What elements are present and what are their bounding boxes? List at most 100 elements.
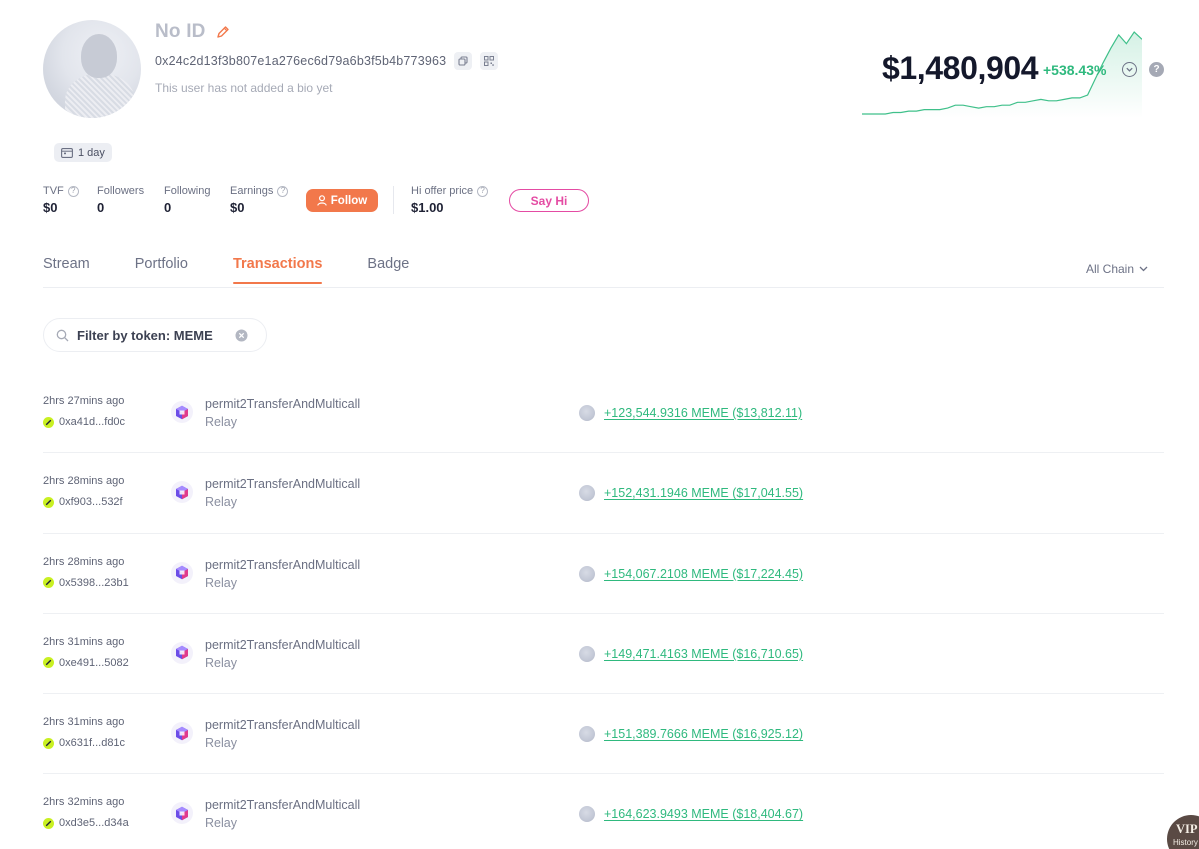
transaction-hash-link[interactable]: 0x631f...d81c (43, 737, 125, 749)
net-worth-value: $1,480,904 (882, 50, 1039, 86)
token-icon (579, 726, 595, 743)
clear-icon[interactable] (235, 329, 248, 342)
transaction-method: permit2TransferAndMulticall (205, 477, 361, 492)
transaction-row: 2hrs 31mins ago 0xe491...5082 permit2Tra… (43, 614, 1164, 695)
transaction-row: 2hrs 31mins ago 0x631f...d81c permit2Tra… (43, 694, 1164, 775)
follow-button-label: Follow (330, 194, 368, 207)
transaction-amount[interactable]: +151,389.7666 MEME ($16,925.12) (604, 727, 803, 741)
profile-bio: This user has not added a bio yet (155, 81, 333, 95)
tab-transactions[interactable]: Transactions (232, 256, 323, 284)
transaction-hash-link[interactable]: 0xa41d...fd0c (43, 416, 125, 428)
transaction-time: 2hrs 31mins ago (43, 716, 125, 729)
relay-cube-icon (171, 641, 193, 664)
transaction-time: 2hrs 31mins ago (43, 635, 125, 648)
question-icon[interactable]: ? (277, 185, 289, 197)
chain-icon (43, 657, 54, 669)
copy-icon (458, 56, 468, 66)
chevron-down-icon[interactable] (1122, 62, 1137, 77)
transaction-amount[interactable]: +164,623.9493 MEME ($18,404.67) (604, 807, 803, 821)
stat-earnings-label: Earnings (230, 185, 274, 197)
chain-icon (43, 577, 54, 589)
token-filter (43, 318, 267, 352)
chain-icon (43, 496, 54, 508)
transaction-row: 2hrs 32mins ago 0xd3e5...d34a permit2Tra… (43, 774, 1164, 849)
stat-hi-offer-price: Hi offer price? $1.00 (411, 185, 489, 215)
say-hi-button[interactable]: Say Hi (509, 189, 589, 212)
chain-filter-label: All Chain (1086, 262, 1135, 276)
transaction-amount[interactable]: +154,067.2108 MEME ($17,224.45) (604, 567, 803, 581)
say-hi-button-label: Say Hi (530, 193, 568, 208)
tab-portfolio[interactable]: Portfolio (135, 256, 188, 284)
transaction-time: 2hrs 32mins ago (43, 796, 125, 809)
transaction-hash: 0xd3e5...d34a (59, 817, 129, 830)
copy-address-button[interactable] (454, 52, 473, 70)
address-row: 0x24c2d13f3b807e1a276ec6d79a6b3f5b4b7739… (155, 52, 499, 70)
transaction-row: 2hrs 28mins ago 0xf903...532f permit2Tra… (43, 453, 1164, 534)
question-icon[interactable]: ? (67, 185, 79, 197)
transaction-method: permit2TransferAndMulticall (205, 397, 361, 411)
transaction-amount[interactable]: +149,471.4163 MEME ($16,710.65) (604, 647, 803, 661)
calendar-icon (61, 148, 73, 158)
token-filter-input[interactable] (77, 327, 227, 343)
transaction-app: Relay (205, 736, 237, 751)
transaction-hash: 0x5398...23b1 (59, 576, 129, 589)
token-icon (579, 485, 595, 502)
relay-cube-icon (171, 401, 193, 423)
transaction-time: 2hrs 28mins ago (43, 475, 125, 488)
tab-badge[interactable]: Badge (367, 256, 409, 284)
chain-filter-dropdown[interactable]: All Chain (1086, 262, 1148, 276)
chain-icon (43, 817, 54, 829)
transaction-method: permit2TransferAndMulticall (205, 718, 361, 733)
stat-earnings-value: $0 (230, 200, 245, 215)
stats-divider (393, 186, 394, 214)
transaction-hash: 0x631f...d81c (59, 737, 126, 750)
stat-tvf-label: TVF (43, 185, 64, 197)
help-mark: ? (1153, 64, 1160, 75)
chevron-down-icon (1139, 266, 1148, 272)
transaction-app: Relay (205, 816, 237, 831)
vip-history-button[interactable]: VIP History (1167, 815, 1199, 849)
relay-cube-icon (171, 802, 193, 825)
transaction-time: 2hrs 28mins ago (43, 555, 125, 568)
transaction-app: Relay (205, 655, 237, 670)
avatar-body-shape (65, 74, 135, 118)
account-age-text: 1 day (78, 146, 105, 159)
transaction-method: permit2TransferAndMulticall (205, 798, 361, 813)
token-icon (579, 806, 595, 823)
profile-tabs: Stream Portfolio Transactions Badge (43, 256, 454, 284)
transaction-hash: 0xe491...5082 (59, 656, 129, 669)
stat-earnings: Earnings? $0 (230, 185, 289, 215)
stat-tvf: TVF? $0 (43, 185, 79, 215)
transaction-time: 2hrs 27mins ago (43, 395, 125, 407)
transaction-hash-link[interactable]: 0xd3e5...d34a (43, 817, 129, 829)
transaction-app: Relay (205, 415, 237, 429)
qr-code-icon (484, 56, 495, 66)
transaction-hash: 0xf903...532f (59, 496, 123, 509)
transaction-amount[interactable]: +123,544.9316 MEME ($13,812.11) (604, 406, 802, 420)
transaction-hash-link[interactable]: 0xe491...5082 (43, 657, 129, 669)
follow-button[interactable]: Follow (306, 189, 378, 212)
profile-name: No ID (155, 21, 206, 42)
transaction-amount[interactable]: +152,431.1946 MEME ($17,041.55) (604, 486, 803, 500)
transaction-hash-link[interactable]: 0x5398...23b1 (43, 577, 129, 589)
transaction-row: 2hrs 27mins ago 0xa41d...fd0c permit2Tra… (43, 373, 1164, 454)
stat-followers[interactable]: Followers 0 (97, 185, 144, 215)
search-icon (56, 329, 69, 341)
profile-name-row: No ID (155, 21, 230, 43)
avatar-head-shape (81, 34, 117, 78)
chain-icon (43, 416, 54, 428)
question-icon[interactable]: ? (1149, 62, 1164, 77)
transaction-app: Relay (205, 495, 237, 510)
stat-hi-offer-value: $1.00 (411, 200, 444, 215)
qr-code-button[interactable] (480, 52, 499, 70)
pencil-icon[interactable] (216, 25, 230, 39)
tab-stream[interactable]: Stream (43, 256, 90, 284)
question-icon[interactable]: ? (477, 185, 489, 197)
stat-following-value: 0 (164, 200, 172, 215)
transaction-hash: 0xa41d...fd0c (59, 416, 126, 428)
transaction-hash-link[interactable]: 0xf903...532f (43, 496, 123, 508)
stat-following[interactable]: Following 0 (164, 185, 210, 215)
transactions-list: 2hrs 27mins ago 0xa41d...fd0c permit2Tra… (43, 373, 1164, 849)
relay-cube-icon (171, 722, 193, 745)
transaction-row: 2hrs 28mins ago 0x5398...23b1 permit2Tra… (43, 534, 1164, 614)
